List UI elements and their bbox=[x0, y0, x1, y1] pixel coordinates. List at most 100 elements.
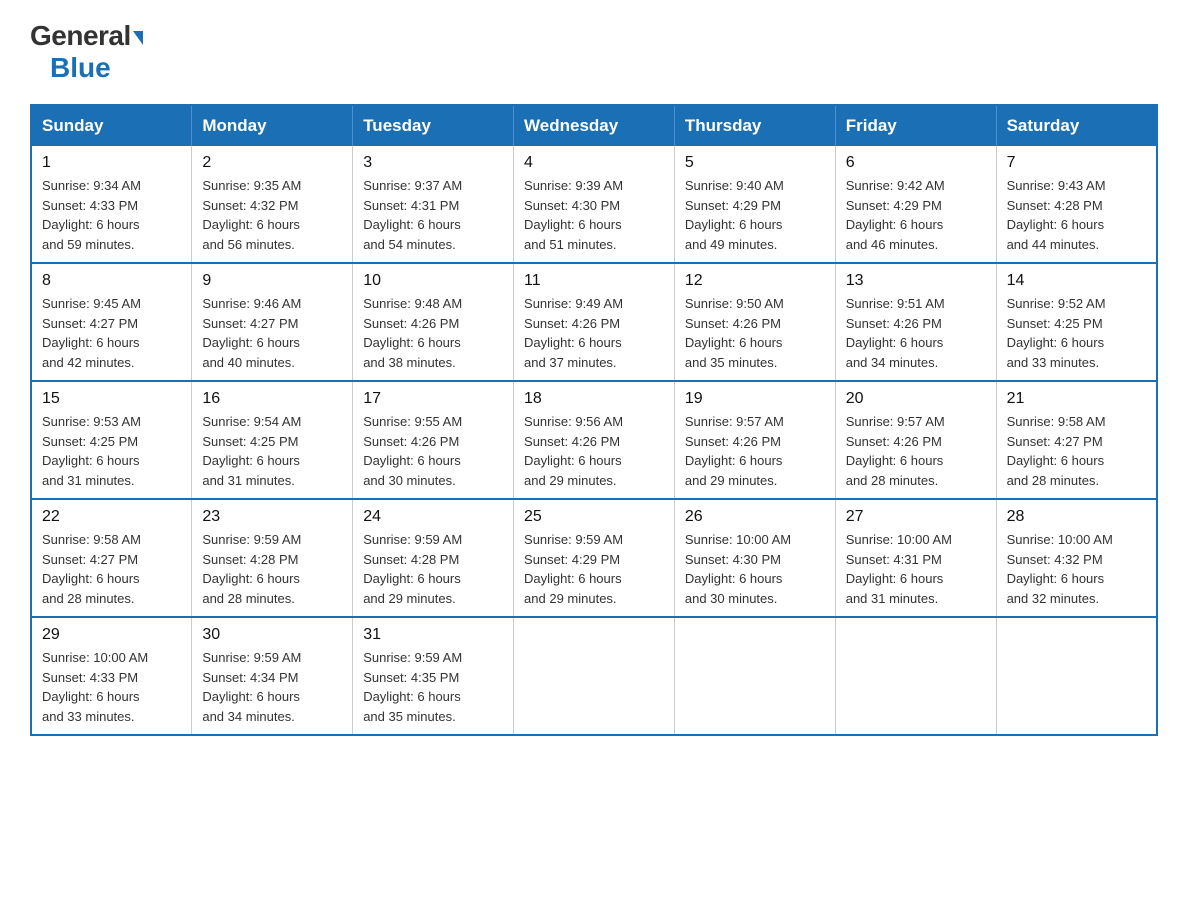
day-info: Sunrise: 9:53 AM Sunset: 4:25 PM Dayligh… bbox=[42, 412, 181, 490]
day-info: Sunrise: 9:50 AM Sunset: 4:26 PM Dayligh… bbox=[685, 294, 825, 372]
calendar-cell: 16 Sunrise: 9:54 AM Sunset: 4:25 PM Dayl… bbox=[192, 381, 353, 499]
calendar-cell: 27 Sunrise: 10:00 AM Sunset: 4:31 PM Day… bbox=[835, 499, 996, 617]
day-info: Sunrise: 10:00 AM Sunset: 4:32 PM Daylig… bbox=[1007, 530, 1146, 608]
day-number: 10 bbox=[363, 272, 503, 290]
calendar-cell: 14 Sunrise: 9:52 AM Sunset: 4:25 PM Dayl… bbox=[996, 263, 1157, 381]
day-info: Sunrise: 10:00 AM Sunset: 4:33 PM Daylig… bbox=[42, 648, 181, 726]
day-number: 8 bbox=[42, 272, 181, 290]
calendar-cell: 31 Sunrise: 9:59 AM Sunset: 4:35 PM Dayl… bbox=[353, 617, 514, 735]
day-number: 29 bbox=[42, 626, 181, 644]
header-monday: Monday bbox=[192, 105, 353, 146]
calendar-cell: 22 Sunrise: 9:58 AM Sunset: 4:27 PM Dayl… bbox=[31, 499, 192, 617]
day-number: 25 bbox=[524, 508, 664, 526]
calendar-week-row: 8 Sunrise: 9:45 AM Sunset: 4:27 PM Dayli… bbox=[31, 263, 1157, 381]
day-number: 26 bbox=[685, 508, 825, 526]
day-number: 22 bbox=[42, 508, 181, 526]
day-number: 17 bbox=[363, 390, 503, 408]
header-sunday: Sunday bbox=[31, 105, 192, 146]
day-number: 19 bbox=[685, 390, 825, 408]
day-info: Sunrise: 9:42 AM Sunset: 4:29 PM Dayligh… bbox=[846, 176, 986, 254]
day-number: 24 bbox=[363, 508, 503, 526]
logo-blue-text: Blue bbox=[50, 52, 143, 84]
day-number: 11 bbox=[524, 272, 664, 290]
calendar-cell: 2 Sunrise: 9:35 AM Sunset: 4:32 PM Dayli… bbox=[192, 146, 353, 263]
day-number: 27 bbox=[846, 508, 986, 526]
calendar-cell: 12 Sunrise: 9:50 AM Sunset: 4:26 PM Dayl… bbox=[674, 263, 835, 381]
day-info: Sunrise: 9:58 AM Sunset: 4:27 PM Dayligh… bbox=[1007, 412, 1146, 490]
logo-general-text: General bbox=[30, 20, 143, 52]
day-number: 6 bbox=[846, 154, 986, 172]
calendar-cell: 8 Sunrise: 9:45 AM Sunset: 4:27 PM Dayli… bbox=[31, 263, 192, 381]
day-info: Sunrise: 9:55 AM Sunset: 4:26 PM Dayligh… bbox=[363, 412, 503, 490]
calendar-cell: 1 Sunrise: 9:34 AM Sunset: 4:33 PM Dayli… bbox=[31, 146, 192, 263]
day-number: 30 bbox=[202, 626, 342, 644]
calendar-cell: 5 Sunrise: 9:40 AM Sunset: 4:29 PM Dayli… bbox=[674, 146, 835, 263]
day-info: Sunrise: 9:59 AM Sunset: 4:28 PM Dayligh… bbox=[202, 530, 342, 608]
logo: General Blue bbox=[30, 20, 143, 84]
header-friday: Friday bbox=[835, 105, 996, 146]
day-number: 1 bbox=[42, 154, 181, 172]
day-info: Sunrise: 10:00 AM Sunset: 4:30 PM Daylig… bbox=[685, 530, 825, 608]
day-info: Sunrise: 9:59 AM Sunset: 4:34 PM Dayligh… bbox=[202, 648, 342, 726]
day-number: 31 bbox=[363, 626, 503, 644]
day-info: Sunrise: 9:51 AM Sunset: 4:26 PM Dayligh… bbox=[846, 294, 986, 372]
day-info: Sunrise: 9:58 AM Sunset: 4:27 PM Dayligh… bbox=[42, 530, 181, 608]
calendar-table: Sunday Monday Tuesday Wednesday Thursday… bbox=[30, 104, 1158, 736]
calendar-cell bbox=[674, 617, 835, 735]
calendar-cell: 26 Sunrise: 10:00 AM Sunset: 4:30 PM Day… bbox=[674, 499, 835, 617]
header-thursday: Thursday bbox=[674, 105, 835, 146]
day-number: 2 bbox=[202, 154, 342, 172]
day-number: 15 bbox=[42, 390, 181, 408]
day-info: Sunrise: 9:57 AM Sunset: 4:26 PM Dayligh… bbox=[846, 412, 986, 490]
day-number: 28 bbox=[1007, 508, 1146, 526]
day-number: 7 bbox=[1007, 154, 1146, 172]
day-info: Sunrise: 9:59 AM Sunset: 4:28 PM Dayligh… bbox=[363, 530, 503, 608]
day-info: Sunrise: 9:45 AM Sunset: 4:27 PM Dayligh… bbox=[42, 294, 181, 372]
calendar-cell: 9 Sunrise: 9:46 AM Sunset: 4:27 PM Dayli… bbox=[192, 263, 353, 381]
day-number: 12 bbox=[685, 272, 825, 290]
calendar-body: 1 Sunrise: 9:34 AM Sunset: 4:33 PM Dayli… bbox=[31, 146, 1157, 735]
day-number: 5 bbox=[685, 154, 825, 172]
day-number: 4 bbox=[524, 154, 664, 172]
calendar-cell: 17 Sunrise: 9:55 AM Sunset: 4:26 PM Dayl… bbox=[353, 381, 514, 499]
page-header: General Blue bbox=[30, 20, 1158, 84]
calendar-cell: 4 Sunrise: 9:39 AM Sunset: 4:30 PM Dayli… bbox=[514, 146, 675, 263]
calendar-cell: 15 Sunrise: 9:53 AM Sunset: 4:25 PM Dayl… bbox=[31, 381, 192, 499]
calendar-cell: 29 Sunrise: 10:00 AM Sunset: 4:33 PM Day… bbox=[31, 617, 192, 735]
calendar-week-row: 1 Sunrise: 9:34 AM Sunset: 4:33 PM Dayli… bbox=[31, 146, 1157, 263]
day-info: Sunrise: 9:34 AM Sunset: 4:33 PM Dayligh… bbox=[42, 176, 181, 254]
calendar-cell: 23 Sunrise: 9:59 AM Sunset: 4:28 PM Dayl… bbox=[192, 499, 353, 617]
day-info: Sunrise: 9:59 AM Sunset: 4:29 PM Dayligh… bbox=[524, 530, 664, 608]
calendar-cell: 21 Sunrise: 9:58 AM Sunset: 4:27 PM Dayl… bbox=[996, 381, 1157, 499]
calendar-cell: 13 Sunrise: 9:51 AM Sunset: 4:26 PM Dayl… bbox=[835, 263, 996, 381]
day-number: 9 bbox=[202, 272, 342, 290]
header-wednesday: Wednesday bbox=[514, 105, 675, 146]
calendar-cell: 25 Sunrise: 9:59 AM Sunset: 4:29 PM Dayl… bbox=[514, 499, 675, 617]
calendar-cell: 19 Sunrise: 9:57 AM Sunset: 4:26 PM Dayl… bbox=[674, 381, 835, 499]
calendar-cell: 6 Sunrise: 9:42 AM Sunset: 4:29 PM Dayli… bbox=[835, 146, 996, 263]
day-info: Sunrise: 9:46 AM Sunset: 4:27 PM Dayligh… bbox=[202, 294, 342, 372]
calendar-cell bbox=[514, 617, 675, 735]
day-number: 23 bbox=[202, 508, 342, 526]
day-info: Sunrise: 9:52 AM Sunset: 4:25 PM Dayligh… bbox=[1007, 294, 1146, 372]
calendar-cell: 7 Sunrise: 9:43 AM Sunset: 4:28 PM Dayli… bbox=[996, 146, 1157, 263]
day-info: Sunrise: 10:00 AM Sunset: 4:31 PM Daylig… bbox=[846, 530, 986, 608]
day-info: Sunrise: 9:54 AM Sunset: 4:25 PM Dayligh… bbox=[202, 412, 342, 490]
day-info: Sunrise: 9:56 AM Sunset: 4:26 PM Dayligh… bbox=[524, 412, 664, 490]
calendar-cell bbox=[835, 617, 996, 735]
day-info: Sunrise: 9:43 AM Sunset: 4:28 PM Dayligh… bbox=[1007, 176, 1146, 254]
day-number: 18 bbox=[524, 390, 664, 408]
calendar-cell: 11 Sunrise: 9:49 AM Sunset: 4:26 PM Dayl… bbox=[514, 263, 675, 381]
day-info: Sunrise: 9:48 AM Sunset: 4:26 PM Dayligh… bbox=[363, 294, 503, 372]
day-info: Sunrise: 9:35 AM Sunset: 4:32 PM Dayligh… bbox=[202, 176, 342, 254]
header-saturday: Saturday bbox=[996, 105, 1157, 146]
day-number: 14 bbox=[1007, 272, 1146, 290]
calendar-week-row: 29 Sunrise: 10:00 AM Sunset: 4:33 PM Day… bbox=[31, 617, 1157, 735]
day-info: Sunrise: 9:59 AM Sunset: 4:35 PM Dayligh… bbox=[363, 648, 503, 726]
day-info: Sunrise: 9:39 AM Sunset: 4:30 PM Dayligh… bbox=[524, 176, 664, 254]
day-info: Sunrise: 9:57 AM Sunset: 4:26 PM Dayligh… bbox=[685, 412, 825, 490]
day-info: Sunrise: 9:37 AM Sunset: 4:31 PM Dayligh… bbox=[363, 176, 503, 254]
calendar-cell: 24 Sunrise: 9:59 AM Sunset: 4:28 PM Dayl… bbox=[353, 499, 514, 617]
calendar-week-row: 22 Sunrise: 9:58 AM Sunset: 4:27 PM Dayl… bbox=[31, 499, 1157, 617]
calendar-cell: 28 Sunrise: 10:00 AM Sunset: 4:32 PM Day… bbox=[996, 499, 1157, 617]
